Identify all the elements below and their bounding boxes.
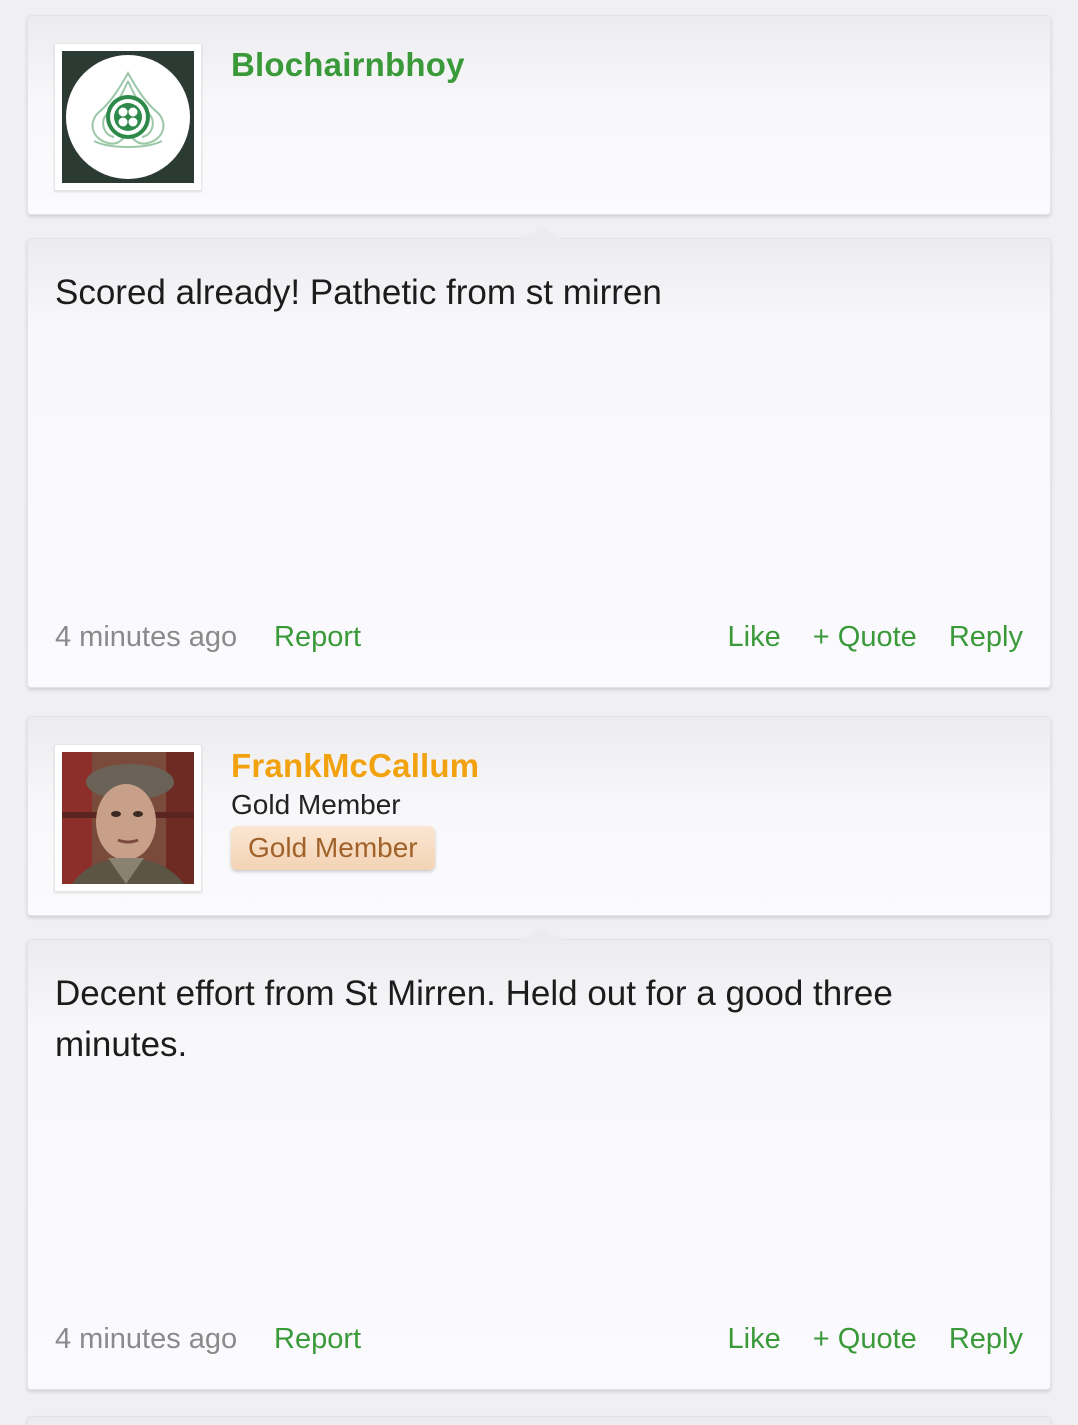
quote-link[interactable]: + Quote <box>813 1323 917 1355</box>
next-post-card <box>27 1416 1051 1425</box>
user-title: Gold Member <box>231 789 401 820</box>
speech-pointer <box>521 928 563 940</box>
post-body-card: Scored already! Pathetic from st mirren … <box>27 227 1051 688</box>
post-actions: Like + Quote Reply <box>704 621 1023 654</box>
post-message: Decent effort from St Mirren. Held out f… <box>55 974 893 1064</box>
report-link[interactable]: Report <box>274 621 361 654</box>
post-actions: Like + Quote Reply <box>704 1323 1023 1356</box>
celtic-crest-icon <box>62 51 194 183</box>
avatar[interactable] <box>54 43 202 191</box>
speech-pointer <box>521 227 563 239</box>
like-link[interactable]: Like <box>728 621 781 653</box>
reply-link[interactable]: Reply <box>949 1323 1023 1355</box>
post-timestamp: 4 minutes ago <box>55 1323 238 1355</box>
username[interactable]: Blochairnbhoy <box>231 46 465 84</box>
member-badge: Gold Member <box>231 826 435 870</box>
post-message: Scored already! Pathetic from st mirren <box>55 273 662 312</box>
avatar[interactable] <box>54 744 202 892</box>
post-body-card: Decent effort from St Mirren. Held out f… <box>27 928 1051 1390</box>
forum-thread: Blochairnbhoy Scored already! Pathetic f… <box>0 0 1078 1425</box>
reply-link[interactable]: Reply <box>949 621 1023 653</box>
post-footer: 4 minutes ago Report Like + Quote Reply <box>55 621 1023 657</box>
user-photo <box>62 752 194 884</box>
quote-link[interactable]: + Quote <box>813 621 917 653</box>
post-timestamp: 4 minutes ago <box>55 621 238 653</box>
report-link[interactable]: Report <box>274 1323 361 1356</box>
post-author-card: Blochairnbhoy <box>27 15 1051 215</box>
post-author-card: FrankMcCallum Gold Member Gold Member <box>27 716 1051 916</box>
username[interactable]: FrankMcCallum <box>231 747 479 785</box>
post-footer: 4 minutes ago Report Like + Quote Reply <box>55 1323 1023 1359</box>
like-link[interactable]: Like <box>728 1323 781 1355</box>
